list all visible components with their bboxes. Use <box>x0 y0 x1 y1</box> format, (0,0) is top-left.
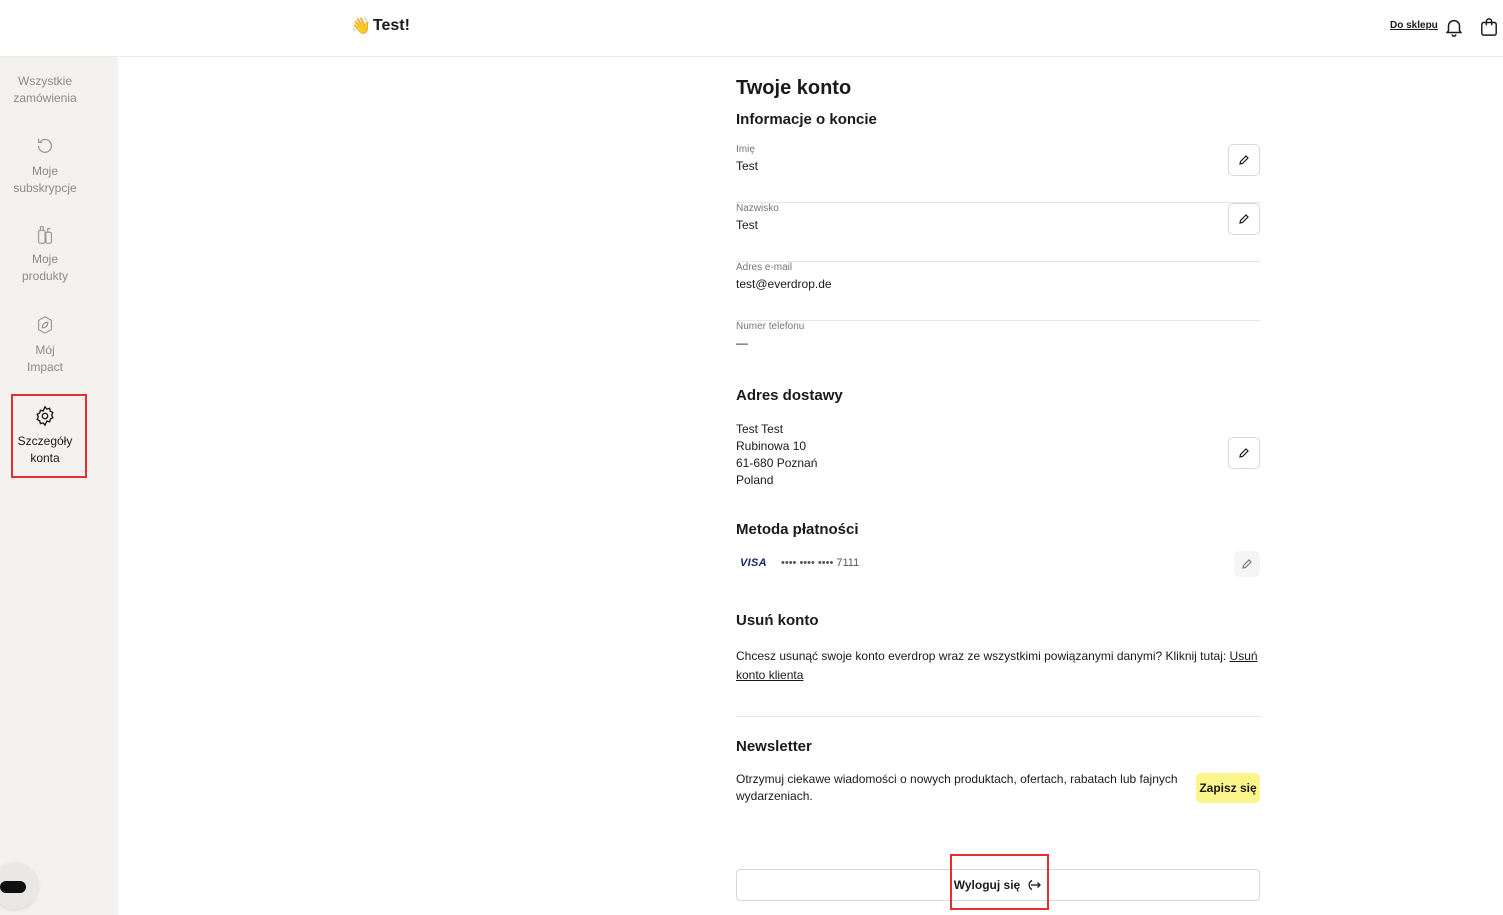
field-label: Imię <box>736 144 755 155</box>
pencil-icon <box>1239 155 1249 165</box>
delete-title: Usuń konto <box>736 612 819 629</box>
shipping-title: Adres dostawy <box>736 387 843 404</box>
edit-address-button[interactable] <box>1228 437 1260 469</box>
edit-last-name-button[interactable] <box>1228 203 1260 235</box>
field-email: Adres e-mail test@everdrop.de <box>736 262 1260 321</box>
chat-button[interactable] <box>0 863 38 909</box>
shipping-address: Test Test Rubinowa 10 61-680 Poznań Pola… <box>736 421 817 489</box>
field-label: Numer telefonu <box>736 321 805 332</box>
cart-icon[interactable] <box>1480 17 1498 37</box>
shop-link[interactable]: Do sklepu <box>1390 20 1438 31</box>
subscribe-button[interactable]: Zapisz się <box>1196 773 1260 803</box>
field-value: Test <box>736 218 759 232</box>
field-label: Nazwisko <box>736 203 779 214</box>
greeting: 👋 Test! <box>351 16 410 36</box>
field-phone: Numer telefonu — <box>736 321 1260 380</box>
delete-description: Chcesz usunąć swoje konto everdrop wraz … <box>736 647 1260 685</box>
sidebar-item-products[interactable]: Moje produkty <box>0 223 90 285</box>
address-line: Test Test <box>736 422 784 436</box>
address-line: Poland <box>736 473 774 487</box>
edit-payment-button[interactable] <box>1234 551 1260 577</box>
leaf-icon <box>37 316 53 334</box>
wave-emoji-icon: 👋 <box>351 18 371 35</box>
pencil-icon <box>1239 448 1249 458</box>
account-info-title: Informacje o koncie <box>736 111 877 128</box>
sidebar-item-label: produkty <box>21 269 69 283</box>
refresh-icon <box>37 138 53 153</box>
card-number: •••• •••• •••• 7111 <box>781 557 860 569</box>
field-first-name: Imię Test <box>736 144 1260 203</box>
address-line: 61-680 Poznań <box>736 456 818 470</box>
sidebar-item-label: subskrypcje <box>13 181 77 195</box>
logout-icon <box>1028 879 1042 891</box>
bottles-icon <box>37 226 53 244</box>
sidebar-item-label: Mój <box>35 343 55 357</box>
payment-title: Metoda płatności <box>736 521 859 538</box>
greeting-text: Test! <box>372 17 410 34</box>
logout-button[interactable]: Wyloguj się <box>736 869 1260 901</box>
field-value: Test <box>736 159 759 173</box>
field-value: test@everdrop.de <box>736 277 832 291</box>
sidebar-item-label: Impact <box>26 360 63 374</box>
sidebar-item-label: Wszystkie <box>18 74 72 88</box>
sidebar-item-label: Moje <box>31 252 58 266</box>
sidebar-item-impact[interactable]: Mój Impact <box>0 314 90 376</box>
visa-logo: VISA <box>740 557 767 569</box>
chat-icon <box>0 881 26 893</box>
newsletter-title: Newsletter <box>736 738 812 755</box>
delete-text: Chcesz usunąć swoje konto everdrop wraz … <box>736 649 1230 663</box>
active-item-highlight <box>11 394 87 478</box>
address-line: Rubinowa 10 <box>736 439 807 453</box>
pencil-icon <box>1242 559 1252 569</box>
sidebar: Wszystkie zamówienia Moje subskrypcje Mo… <box>0 57 118 915</box>
field-value: — <box>736 336 748 350</box>
sidebar-item-label: Moje <box>31 164 58 178</box>
bell-icon[interactable] <box>1443 16 1465 38</box>
divider <box>736 716 1260 717</box>
sidebar-item-orders[interactable]: Wszystkie zamówienia <box>0 73 90 107</box>
page-title: Twoje konto <box>736 77 852 99</box>
top-header: 👋 Test! Do sklepu <box>0 0 1503 57</box>
logout-label: Wyloguj się <box>953 878 1021 892</box>
sidebar-item-subscriptions[interactable]: Moje subskrypcje <box>0 135 90 197</box>
field-last-name: Nazwisko Test <box>736 203 1260 262</box>
newsletter-description: Otrzymuj ciekawe wiadomości o nowych pro… <box>736 772 1178 803</box>
sidebar-item-label: zamówienia <box>13 91 77 105</box>
field-label: Adres e-mail <box>736 262 793 273</box>
pencil-icon <box>1239 214 1249 224</box>
edit-first-name-button[interactable] <box>1228 144 1260 176</box>
